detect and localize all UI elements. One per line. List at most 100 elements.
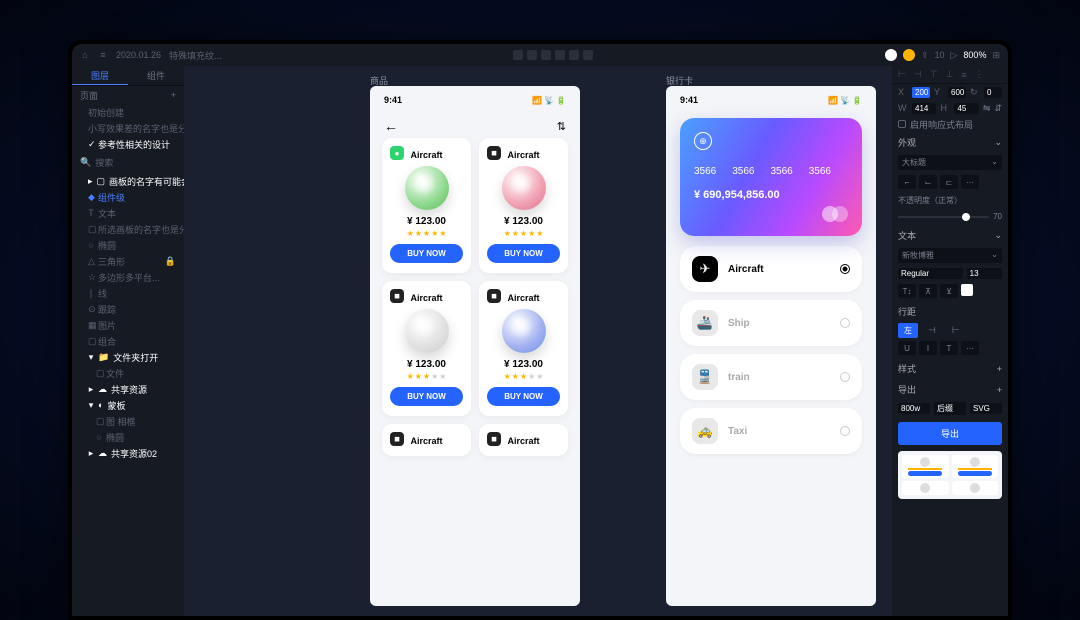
tab-layers[interactable]: 图层 [72, 66, 128, 85]
tool-diamond-icon[interactable] [541, 50, 551, 60]
corner-btn[interactable]: ⌐ [898, 175, 916, 189]
align-right-icon[interactable]: ⊤ [930, 69, 938, 80]
add-page-icon[interactable]: + [171, 90, 176, 100]
opacity-value[interactable]: 70 [993, 212, 1002, 221]
more-btn[interactable]: ⋯ [961, 341, 979, 355]
tool-add-icon[interactable] [513, 50, 523, 60]
folder-child[interactable]: ▢图 相框 [72, 413, 184, 429]
folder-child[interactable]: ▢文件 [72, 365, 184, 381]
expand-icon[interactable]: ⊞ [992, 50, 1000, 61]
buy-button[interactable]: BUY NOW [390, 244, 463, 263]
radio[interactable] [840, 318, 850, 328]
underline-btn[interactable]: U [898, 341, 916, 355]
align-left-icon[interactable]: ⊢ [898, 69, 906, 80]
align-btn[interactable]: ⊼ [919, 284, 937, 298]
strike-btn[interactable]: T [940, 341, 958, 355]
border-section[interactable]: 行距 [892, 301, 1008, 322]
opacity-slider[interactable] [898, 216, 989, 218]
buy-button[interactable]: BUY NOW [487, 387, 560, 406]
avatar-2[interactable] [903, 49, 915, 61]
weight-select[interactable]: Regular [898, 268, 963, 279]
zoom-level[interactable]: 800% [963, 50, 986, 60]
artboard-products[interactable]: 9:41 📶📡🔋 ← ⇅ ● Aircraft ¥ 123.00 ★★★★★ B… [370, 86, 580, 606]
buy-button[interactable]: BUY NOW [487, 244, 560, 263]
menu-icon[interactable]: ≡ [98, 50, 108, 60]
radio[interactable] [840, 426, 850, 436]
corner-btn[interactable]: ⊏ [940, 175, 958, 189]
layer-item[interactable]: ▢所选画板的名字也是分... [72, 221, 184, 237]
tool-shape-icon[interactable] [527, 50, 537, 60]
credit-card[interactable]: ⊕ 3566356635663566 ¥ 690,954,856.00 [680, 118, 862, 236]
buy-button[interactable]: BUY NOW [390, 387, 463, 406]
back-icon[interactable]: ← [384, 118, 398, 134]
layer-item[interactable]: ☆多边形多平台... [72, 269, 184, 285]
share-icon[interactable]: ⇪ [921, 50, 929, 61]
y-input[interactable]: 600 [948, 87, 966, 98]
product-card[interactable]: ◼ Aircraft [479, 424, 568, 456]
radio[interactable] [840, 372, 850, 382]
x-input[interactable]: 200 [912, 87, 930, 98]
layer-item[interactable]: △三角形🔒 [72, 253, 184, 269]
text-section[interactable]: 文本⌄ [892, 225, 1008, 246]
avatar-1[interactable] [885, 49, 897, 61]
distribute-icon[interactable]: ≡ [961, 70, 966, 80]
layer-selected[interactable]: ▸▢画板的名字有可能会很长的... [72, 173, 184, 189]
product-card[interactable]: ◼ Aircraft [382, 424, 471, 456]
page-item[interactable]: 初始创建 [72, 104, 184, 120]
flip-v-icon[interactable]: ⇵ [994, 103, 1002, 114]
folder-item[interactable]: ▾◐蒙板 [72, 397, 184, 413]
export-format[interactable]: SVG [970, 403, 1002, 414]
size-input[interactable]: 13 [967, 268, 1002, 279]
layer-item[interactable]: ⊙跟踪 [72, 301, 184, 317]
fill-select[interactable]: 大标题⌄ [898, 155, 1002, 170]
folder-item[interactable]: ▾📁文件夹打开 [72, 349, 184, 365]
transport-item-ship[interactable]: 🚢 Ship [680, 300, 862, 346]
flip-h-icon[interactable]: ⇋ [983, 103, 991, 114]
export-suffix[interactable]: 后缀 [934, 402, 966, 415]
align-center-btn[interactable]: ⊣ [922, 323, 942, 338]
tab-components[interactable]: 组件 [128, 66, 184, 85]
w-input[interactable]: 414 [912, 103, 936, 114]
responsive-row[interactable]: 启用响应式布局 [892, 116, 1008, 132]
add-icon[interactable]: + [997, 364, 1002, 374]
layer-item[interactable]: ▢组合 [72, 333, 184, 349]
tool-contrast-icon[interactable] [555, 50, 565, 60]
appearance-section[interactable]: 外观⌄ [892, 132, 1008, 153]
align-right-btn[interactable]: ⊢ [946, 323, 966, 338]
h-input[interactable]: 45 [954, 103, 978, 114]
layer-item[interactable]: ▦图片 [72, 317, 184, 333]
layer-item[interactable]: T文本 [72, 205, 184, 221]
align-top-icon[interactable]: ⊥ [946, 69, 954, 80]
transport-item-train[interactable]: 🚆 train [680, 354, 862, 400]
checkbox[interactable] [898, 120, 906, 128]
export-section[interactable]: 导出+ [892, 379, 1008, 400]
corner-btn[interactable]: ⌙ [919, 175, 937, 189]
layer-item[interactable]: ○椭圆 [72, 237, 184, 253]
export-width[interactable]: 800w [898, 403, 930, 414]
layer-search[interactable]: 🔍搜索 [72, 152, 184, 173]
font-select[interactable]: 新牧博雅⌄ [898, 248, 1002, 263]
page-item-active[interactable]: ✓参考性相关的设计 [72, 136, 184, 152]
transport-item-taxi[interactable]: 🚕 Taxi [680, 408, 862, 454]
style-section[interactable]: 样式+ [892, 358, 1008, 379]
artboard-bankcard[interactable]: 9:41 📶📡🔋 ⊕ 3566356635663566 ¥ 690,954,85… [666, 86, 876, 606]
play-icon[interactable]: ▷ [951, 50, 958, 61]
text-color-swatch[interactable] [961, 284, 973, 296]
more-align-icon[interactable]: ⋮ [975, 69, 984, 80]
align-center-icon[interactable]: ⊣ [914, 69, 922, 80]
canvas[interactable]: 商品 银行卡 9:41 📶📡🔋 ← ⇅ ● Aircraft ¥ 123.00 … [184, 66, 892, 616]
tool-text-icon[interactable] [569, 50, 579, 60]
layer-item[interactable]: |线 [72, 285, 184, 301]
product-card[interactable]: ◼ Aircraft ¥ 123.00 ★★★★★ BUY NOW [382, 281, 471, 416]
r-input[interactable]: 0 [984, 87, 1002, 98]
transport-item-aircraft[interactable]: ✈ Aircraft [680, 246, 862, 292]
home-icon[interactable]: ⌂ [80, 50, 90, 60]
folder-item[interactable]: ▸☁共享资源 [72, 381, 184, 397]
radio-selected[interactable] [840, 264, 850, 274]
product-card[interactable]: ◼ Aircraft ¥ 123.00 ★★★★★ BUY NOW [479, 138, 568, 273]
tool-more-icon[interactable] [583, 50, 593, 60]
layer-item[interactable]: ◆组件级 [72, 189, 184, 205]
filter-icon[interactable]: ⇅ [557, 120, 566, 133]
page-item[interactable]: 小写效果差的名字也是分有限... [72, 120, 184, 136]
fill-tab[interactable]: 左 [898, 323, 918, 338]
